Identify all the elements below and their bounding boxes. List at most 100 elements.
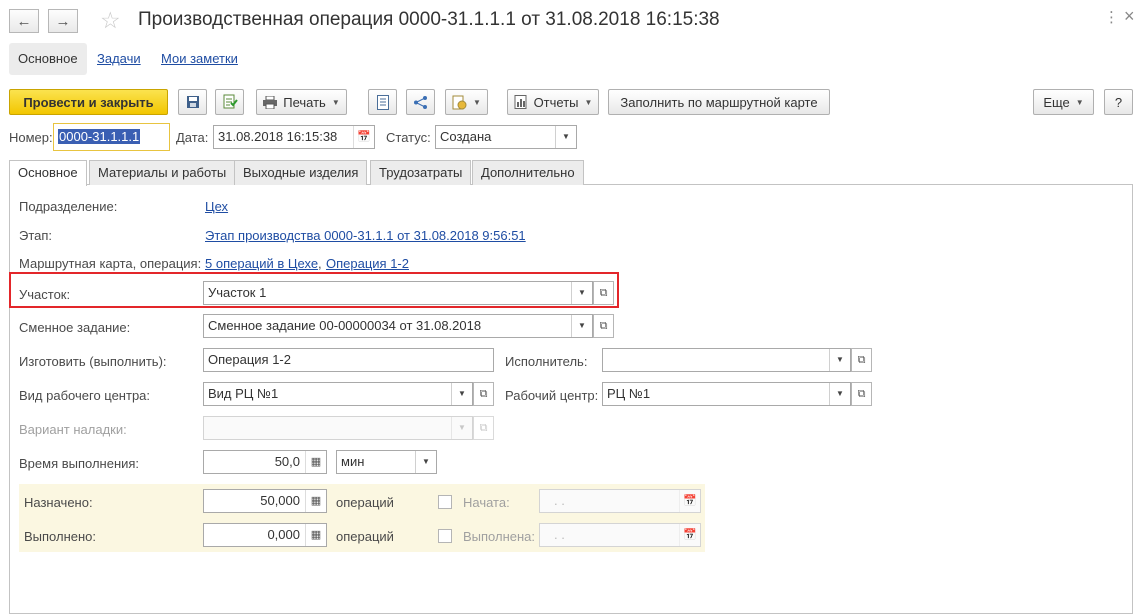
finished-date-field: . . 📅 bbox=[539, 523, 701, 547]
status-value: Создана bbox=[440, 129, 492, 144]
back-button[interactable]: ← bbox=[9, 9, 39, 33]
department-link[interactable]: Цех bbox=[205, 199, 228, 214]
done-unit: операций bbox=[336, 529, 394, 544]
tab-materials[interactable]: Материалы и работы bbox=[89, 160, 236, 185]
finished-date-value: . . bbox=[554, 527, 565, 542]
star-icon[interactable]: ☆ bbox=[100, 7, 121, 34]
route-separator: , bbox=[318, 256, 322, 271]
calculator-icon[interactable]: ▦ bbox=[305, 524, 326, 546]
close-icon[interactable]: × bbox=[1124, 6, 1135, 27]
wc-type-value: Вид РЦ №1 bbox=[208, 386, 279, 401]
section-value: Участок 1 bbox=[208, 285, 267, 300]
shift-task-value: Сменное задание 00-00000034 от 31.08.201… bbox=[208, 318, 482, 333]
stage-label: Этап: bbox=[19, 228, 53, 243]
started-date-field: . . 📅 bbox=[539, 489, 701, 513]
post-button[interactable] bbox=[215, 89, 244, 115]
make-value: Операция 1-2 bbox=[208, 352, 291, 367]
more-vertical-icon[interactable]: ⋮ bbox=[1104, 8, 1119, 26]
more-label: Еще bbox=[1043, 94, 1070, 110]
open-icon[interactable]: ⧉ bbox=[851, 348, 872, 372]
executor-label: Исполнитель: bbox=[505, 354, 588, 369]
page-tab-tasks[interactable]: Задачи bbox=[88, 43, 150, 75]
document-list-button[interactable] bbox=[368, 89, 397, 115]
calendar-icon: 📅 bbox=[679, 490, 700, 512]
list-icon bbox=[376, 94, 389, 110]
report-icon bbox=[514, 95, 527, 109]
date-value: 31.08.2018 16:15:38 bbox=[218, 129, 338, 144]
forward-button[interactable]: → bbox=[48, 9, 78, 33]
route-card-link[interactable]: 5 операций в Цехе bbox=[205, 256, 318, 271]
calculator-icon[interactable]: ▦ bbox=[305, 490, 326, 512]
create-based-on-button[interactable]: ▼ bbox=[445, 89, 488, 115]
post-and-close-button[interactable]: Провести и закрыть bbox=[9, 89, 168, 115]
route-operation-link[interactable]: Операция 1-2 bbox=[326, 256, 409, 271]
chevron-down-icon: ▼ bbox=[1075, 97, 1084, 107]
time-field[interactable]: 50,0 ▦ bbox=[203, 450, 327, 474]
status-label: Статус: bbox=[386, 130, 431, 145]
chevron-down-icon[interactable]: ▼ bbox=[555, 126, 576, 148]
open-icon[interactable]: ⧉ bbox=[473, 382, 494, 406]
started-date-value: . . bbox=[554, 493, 565, 508]
open-icon[interactable]: ⧉ bbox=[593, 281, 614, 305]
done-field[interactable]: 0,000 ▦ bbox=[203, 523, 327, 547]
tab-main[interactable]: Основное bbox=[9, 160, 87, 186]
date-label: Дата: bbox=[176, 130, 209, 145]
arrow-left-icon: ← bbox=[16, 12, 32, 30]
printer-icon bbox=[263, 95, 278, 109]
calendar-icon[interactable]: 📅 bbox=[353, 126, 374, 148]
chevron-down-icon[interactable]: ▼ bbox=[829, 383, 850, 405]
print-button[interactable]: Печать ▼ bbox=[256, 89, 347, 115]
date-field[interactable]: 31.08.2018 16:15:38 📅 bbox=[213, 125, 375, 149]
wc-type-select[interactable]: Вид РЦ №1 ▼ bbox=[203, 382, 473, 406]
time-unit-select[interactable]: мин ▼ bbox=[336, 450, 437, 474]
chevron-down-icon: ▼ bbox=[331, 97, 340, 107]
reports-button[interactable]: Отчеты ▼ bbox=[507, 89, 599, 115]
finished-checkbox[interactable] bbox=[438, 529, 452, 543]
page-tab-main[interactable]: Основное bbox=[9, 43, 87, 75]
open-icon: ⧉ bbox=[473, 416, 494, 440]
started-checkbox[interactable] bbox=[438, 495, 452, 509]
print-label: Печать bbox=[283, 94, 326, 110]
structure-button[interactable] bbox=[406, 89, 435, 115]
fill-by-route-button[interactable]: Заполнить по маршрутной карте bbox=[608, 89, 830, 115]
number-field[interactable]: 0000-31.1.1.1 bbox=[53, 123, 170, 151]
executor-select[interactable]: ▼ bbox=[602, 348, 851, 372]
more-button[interactable]: Еще ▼ bbox=[1033, 89, 1094, 115]
status-select[interactable]: Создана ▼ bbox=[435, 125, 577, 149]
chevron-down-icon[interactable]: ▼ bbox=[571, 315, 592, 337]
chevron-down-icon[interactable]: ▼ bbox=[829, 349, 850, 371]
assigned-field[interactable]: 50,000 ▦ bbox=[203, 489, 327, 513]
number-label: Номер: bbox=[9, 130, 53, 145]
time-value: 50,0 bbox=[274, 454, 300, 469]
wc-value: РЦ №1 bbox=[607, 386, 651, 401]
done-value: 0,000 bbox=[267, 527, 300, 542]
wc-select[interactable]: РЦ №1 ▼ bbox=[602, 382, 851, 406]
tab-output[interactable]: Выходные изделия bbox=[234, 160, 368, 185]
window-title: Производственная операция 0000-31.1.1.1 … bbox=[138, 9, 720, 30]
stage-link[interactable]: Этап производства 0000-31.1.1 от 31.08.2… bbox=[205, 228, 526, 243]
shift-task-label: Сменное задание: bbox=[19, 320, 131, 335]
done-label: Выполнено: bbox=[24, 529, 97, 544]
chevron-down-icon[interactable]: ▼ bbox=[571, 282, 592, 304]
section-select[interactable]: Участок 1 ▼ bbox=[203, 281, 593, 305]
open-icon[interactable]: ⧉ bbox=[593, 314, 614, 338]
reports-label: Отчеты bbox=[533, 94, 579, 110]
save-button[interactable] bbox=[178, 89, 207, 115]
calculator-icon[interactable]: ▦ bbox=[305, 451, 326, 473]
time-unit-value: мин bbox=[341, 454, 365, 469]
assigned-value: 50,000 bbox=[260, 493, 300, 508]
make-field[interactable]: Операция 1-2 bbox=[203, 348, 494, 372]
tab-labor[interactable]: Трудозатраты bbox=[370, 160, 472, 185]
page-tab-notes[interactable]: Мои заметки bbox=[152, 43, 247, 75]
arrow-right-icon: → bbox=[55, 12, 71, 30]
hierarchy-icon bbox=[414, 95, 427, 109]
chevron-down-icon[interactable]: ▼ bbox=[451, 383, 472, 405]
tab-additional[interactable]: Дополнительно bbox=[472, 160, 584, 185]
department-label: Подразделение: bbox=[19, 199, 118, 214]
open-icon[interactable]: ⧉ bbox=[851, 382, 872, 406]
setup-label: Вариант наладки: bbox=[19, 422, 127, 437]
chevron-down-icon[interactable]: ▼ bbox=[415, 451, 436, 473]
help-button[interactable]: ? bbox=[1104, 89, 1133, 115]
shift-task-select[interactable]: Сменное задание 00-00000034 от 31.08.201… bbox=[203, 314, 593, 338]
create-based-icon bbox=[452, 95, 467, 109]
